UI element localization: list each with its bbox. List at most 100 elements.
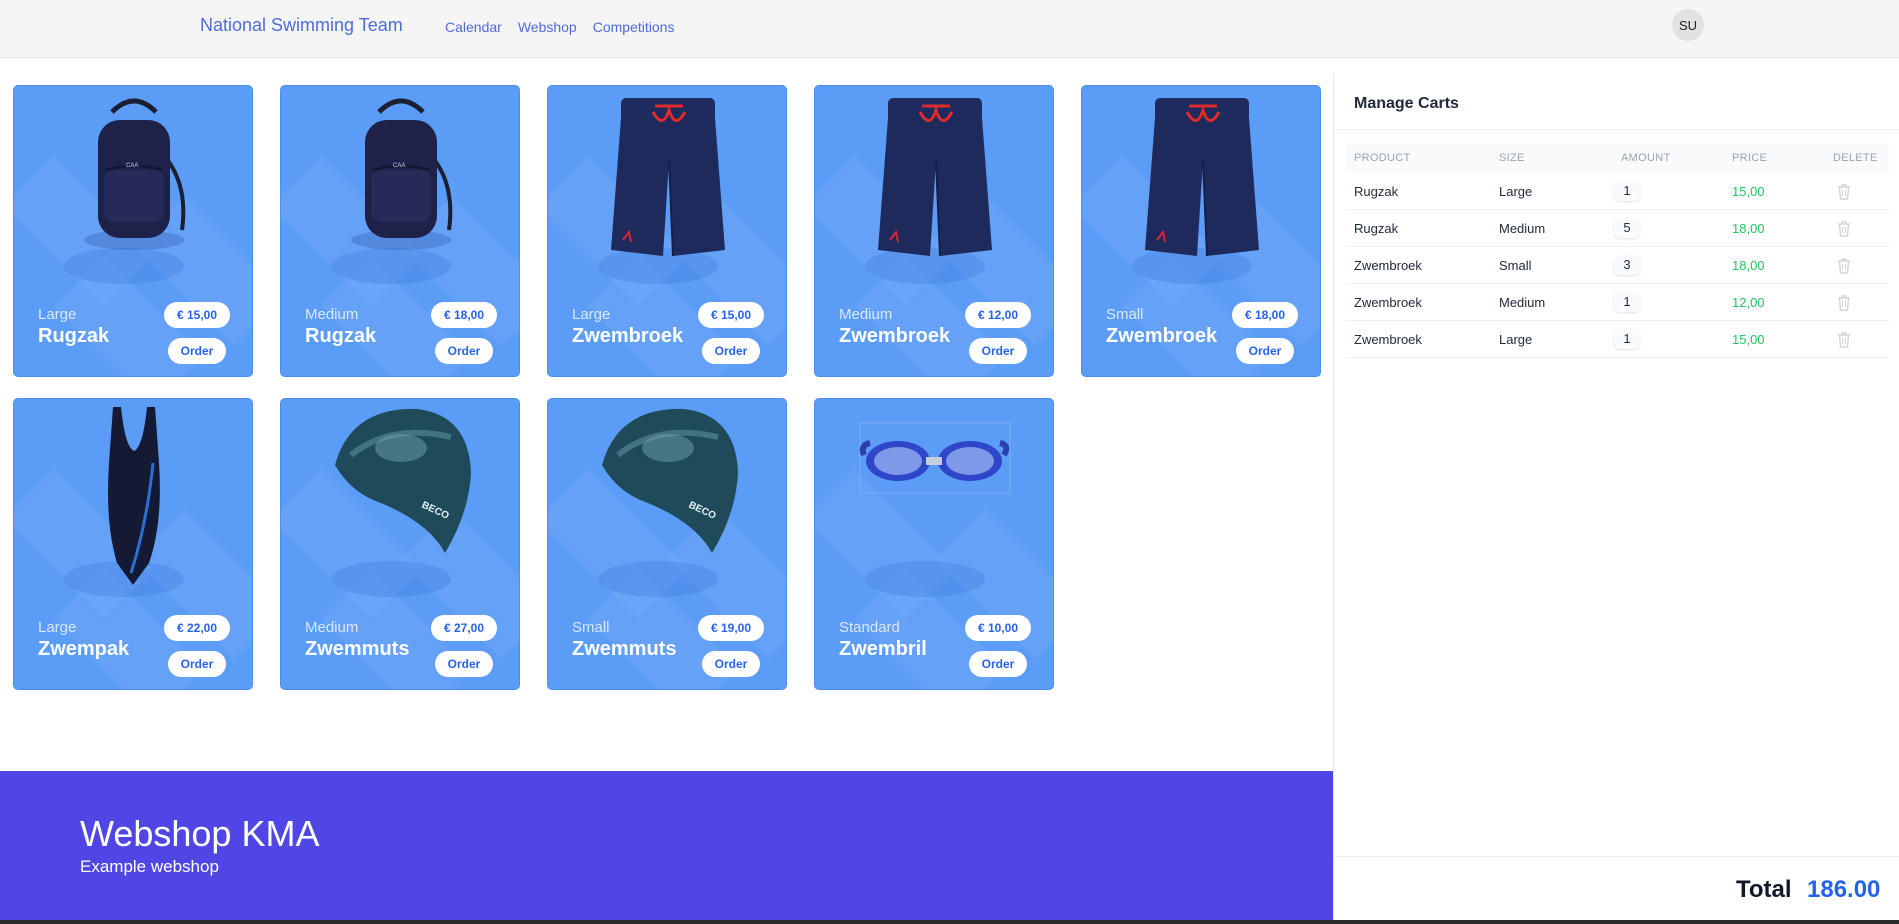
- total-label: Total: [1736, 876, 1792, 903]
- product-price: € 15,00: [164, 302, 230, 328]
- order-button[interactable]: Order: [435, 651, 493, 677]
- swim-shorts-image: [548, 90, 786, 270]
- header-product: PRODUCT: [1354, 152, 1411, 164]
- nav-competitions[interactable]: Competitions: [593, 19, 675, 35]
- cart-product: Rugzak: [1354, 221, 1399, 236]
- product-price: € 12,00: [965, 302, 1031, 328]
- cart-price: 12,00: [1732, 295, 1765, 310]
- divider: [1334, 856, 1899, 857]
- trash-icon[interactable]: [1836, 331, 1852, 348]
- product-price: € 27,00: [431, 615, 497, 641]
- top-navbar: National Swimming Team Calendar Webshop …: [0, 0, 1899, 58]
- order-button[interactable]: Order: [702, 338, 760, 364]
- cart-amount[interactable]: 1: [1614, 329, 1640, 349]
- product-card: BECO Small Zwemmuts € 19,00 Order: [547, 398, 787, 690]
- cart-price: 18,00: [1732, 221, 1765, 236]
- cart-amount[interactable]: 1: [1614, 181, 1640, 201]
- cart-row: Rugzak Medium 5 18,00: [1346, 210, 1889, 247]
- product-price: € 22,00: [164, 615, 230, 641]
- order-button[interactable]: Order: [969, 338, 1027, 364]
- product-size: Large: [38, 306, 77, 323]
- footer-title: Webshop KMA: [80, 813, 320, 854]
- header-amount: AMOUNT: [1621, 152, 1671, 164]
- main-nav: Calendar Webshop Competitions: [445, 19, 674, 35]
- product-size: Medium: [839, 306, 893, 323]
- header-size: SIZE: [1499, 152, 1525, 164]
- trash-icon[interactable]: [1836, 183, 1852, 200]
- cart-product: Zwembroek: [1354, 258, 1422, 273]
- cart-size: Small: [1499, 258, 1532, 273]
- product-price: € 18,00: [431, 302, 497, 328]
- cart-row: Zwembroek Small 3 18,00: [1346, 247, 1889, 284]
- order-button[interactable]: Order: [168, 338, 226, 364]
- cart-price: 18,00: [1732, 258, 1765, 273]
- trash-icon[interactable]: [1836, 257, 1852, 274]
- product-card: Large Zwempak € 22,00 Order: [13, 398, 253, 690]
- nav-calendar[interactable]: Calendar: [445, 19, 502, 35]
- header-price: PRICE: [1732, 152, 1768, 164]
- cart-amount[interactable]: 5: [1614, 218, 1640, 238]
- product-size: Small: [572, 619, 610, 636]
- product-price: € 15,00: [698, 302, 764, 328]
- order-button[interactable]: Order: [702, 651, 760, 677]
- cart-row: Zwembroek Medium 1 12,00: [1346, 284, 1889, 321]
- product-size: Large: [38, 619, 77, 636]
- backpack-image: CAA: [281, 90, 519, 270]
- product-size: Medium: [305, 306, 359, 323]
- product-name: Zwembroek: [1106, 325, 1218, 347]
- cart-size: Large: [1499, 332, 1533, 347]
- product-card: Medium Zwembroek € 12,00 Order: [814, 85, 1054, 377]
- trash-icon[interactable]: [1836, 220, 1852, 237]
- goggles-image: [815, 403, 1053, 583]
- product-price: € 10,00: [965, 615, 1031, 641]
- cart-panel: Manage Carts PRODUCT SIZE AMOUNT PRICE D…: [1333, 73, 1899, 924]
- cart-table-header: PRODUCT SIZE AMOUNT PRICE DELETE: [1346, 143, 1889, 173]
- product-name: Zwembroek: [839, 325, 951, 347]
- cart-title: Manage Carts: [1354, 95, 1459, 112]
- cart-price: 15,00: [1732, 332, 1765, 347]
- swim-shorts-image: [1082, 90, 1320, 270]
- product-name: Rugzak: [38, 325, 110, 347]
- cart-size: Medium: [1499, 221, 1546, 236]
- product-size: Standard: [839, 619, 900, 636]
- product-card: BECO Medium Zwemmuts € 27,00 Order: [280, 398, 520, 690]
- footer-subtitle: Example webshop: [80, 857, 219, 876]
- backpack-image: CAA: [14, 90, 252, 270]
- order-button[interactable]: Order: [969, 651, 1027, 677]
- cart-amount[interactable]: 1: [1614, 292, 1640, 312]
- product-name: Zwempak: [38, 638, 130, 660]
- user-avatar[interactable]: SU: [1672, 9, 1704, 41]
- order-button[interactable]: Order: [435, 338, 493, 364]
- cart-product: Zwembroek: [1354, 295, 1422, 310]
- product-card: CAA Large Rugzak € 15,00 Order: [13, 85, 253, 377]
- brand-title[interactable]: National Swimming Team: [200, 15, 403, 36]
- product-card: Small Zwembroek € 18,00 Order: [1081, 85, 1321, 377]
- cart-row: Zwembroek Large 1 15,00: [1346, 321, 1889, 358]
- product-card: Large Zwembroek € 15,00 Order: [547, 85, 787, 377]
- header-delete: DELETE: [1833, 152, 1878, 164]
- product-name: Zwemmuts: [572, 638, 677, 660]
- swimsuit-image: [14, 403, 252, 585]
- product-size: Small: [1106, 306, 1144, 323]
- product-name: Zwembril: [839, 638, 927, 660]
- nav-webshop[interactable]: Webshop: [518, 19, 577, 35]
- total-value: 186.00: [1807, 876, 1881, 903]
- product-card: Standard Zwembril € 10,00 Order: [814, 398, 1054, 690]
- svg-text:CAA: CAA: [126, 163, 138, 169]
- svg-text:CAA: CAA: [393, 163, 405, 169]
- footer-banner: Webshop KMA Example webshop: [0, 771, 1333, 924]
- cart-price: 15,00: [1732, 184, 1765, 199]
- cart-amount[interactable]: 3: [1614, 255, 1640, 275]
- product-price: € 18,00: [1232, 302, 1298, 328]
- product-size: Large: [572, 306, 611, 323]
- bottom-strip: [0, 920, 1899, 924]
- order-button[interactable]: Order: [168, 651, 226, 677]
- swim-shorts-image: [815, 90, 1053, 270]
- product-name: Rugzak: [305, 325, 377, 347]
- order-button[interactable]: Order: [1236, 338, 1294, 364]
- product-name: Zwembroek: [572, 325, 684, 347]
- product-price: € 19,00: [698, 615, 764, 641]
- product-name: Zwemmuts: [305, 638, 410, 660]
- trash-icon[interactable]: [1836, 294, 1852, 311]
- product-size: Medium: [305, 619, 359, 636]
